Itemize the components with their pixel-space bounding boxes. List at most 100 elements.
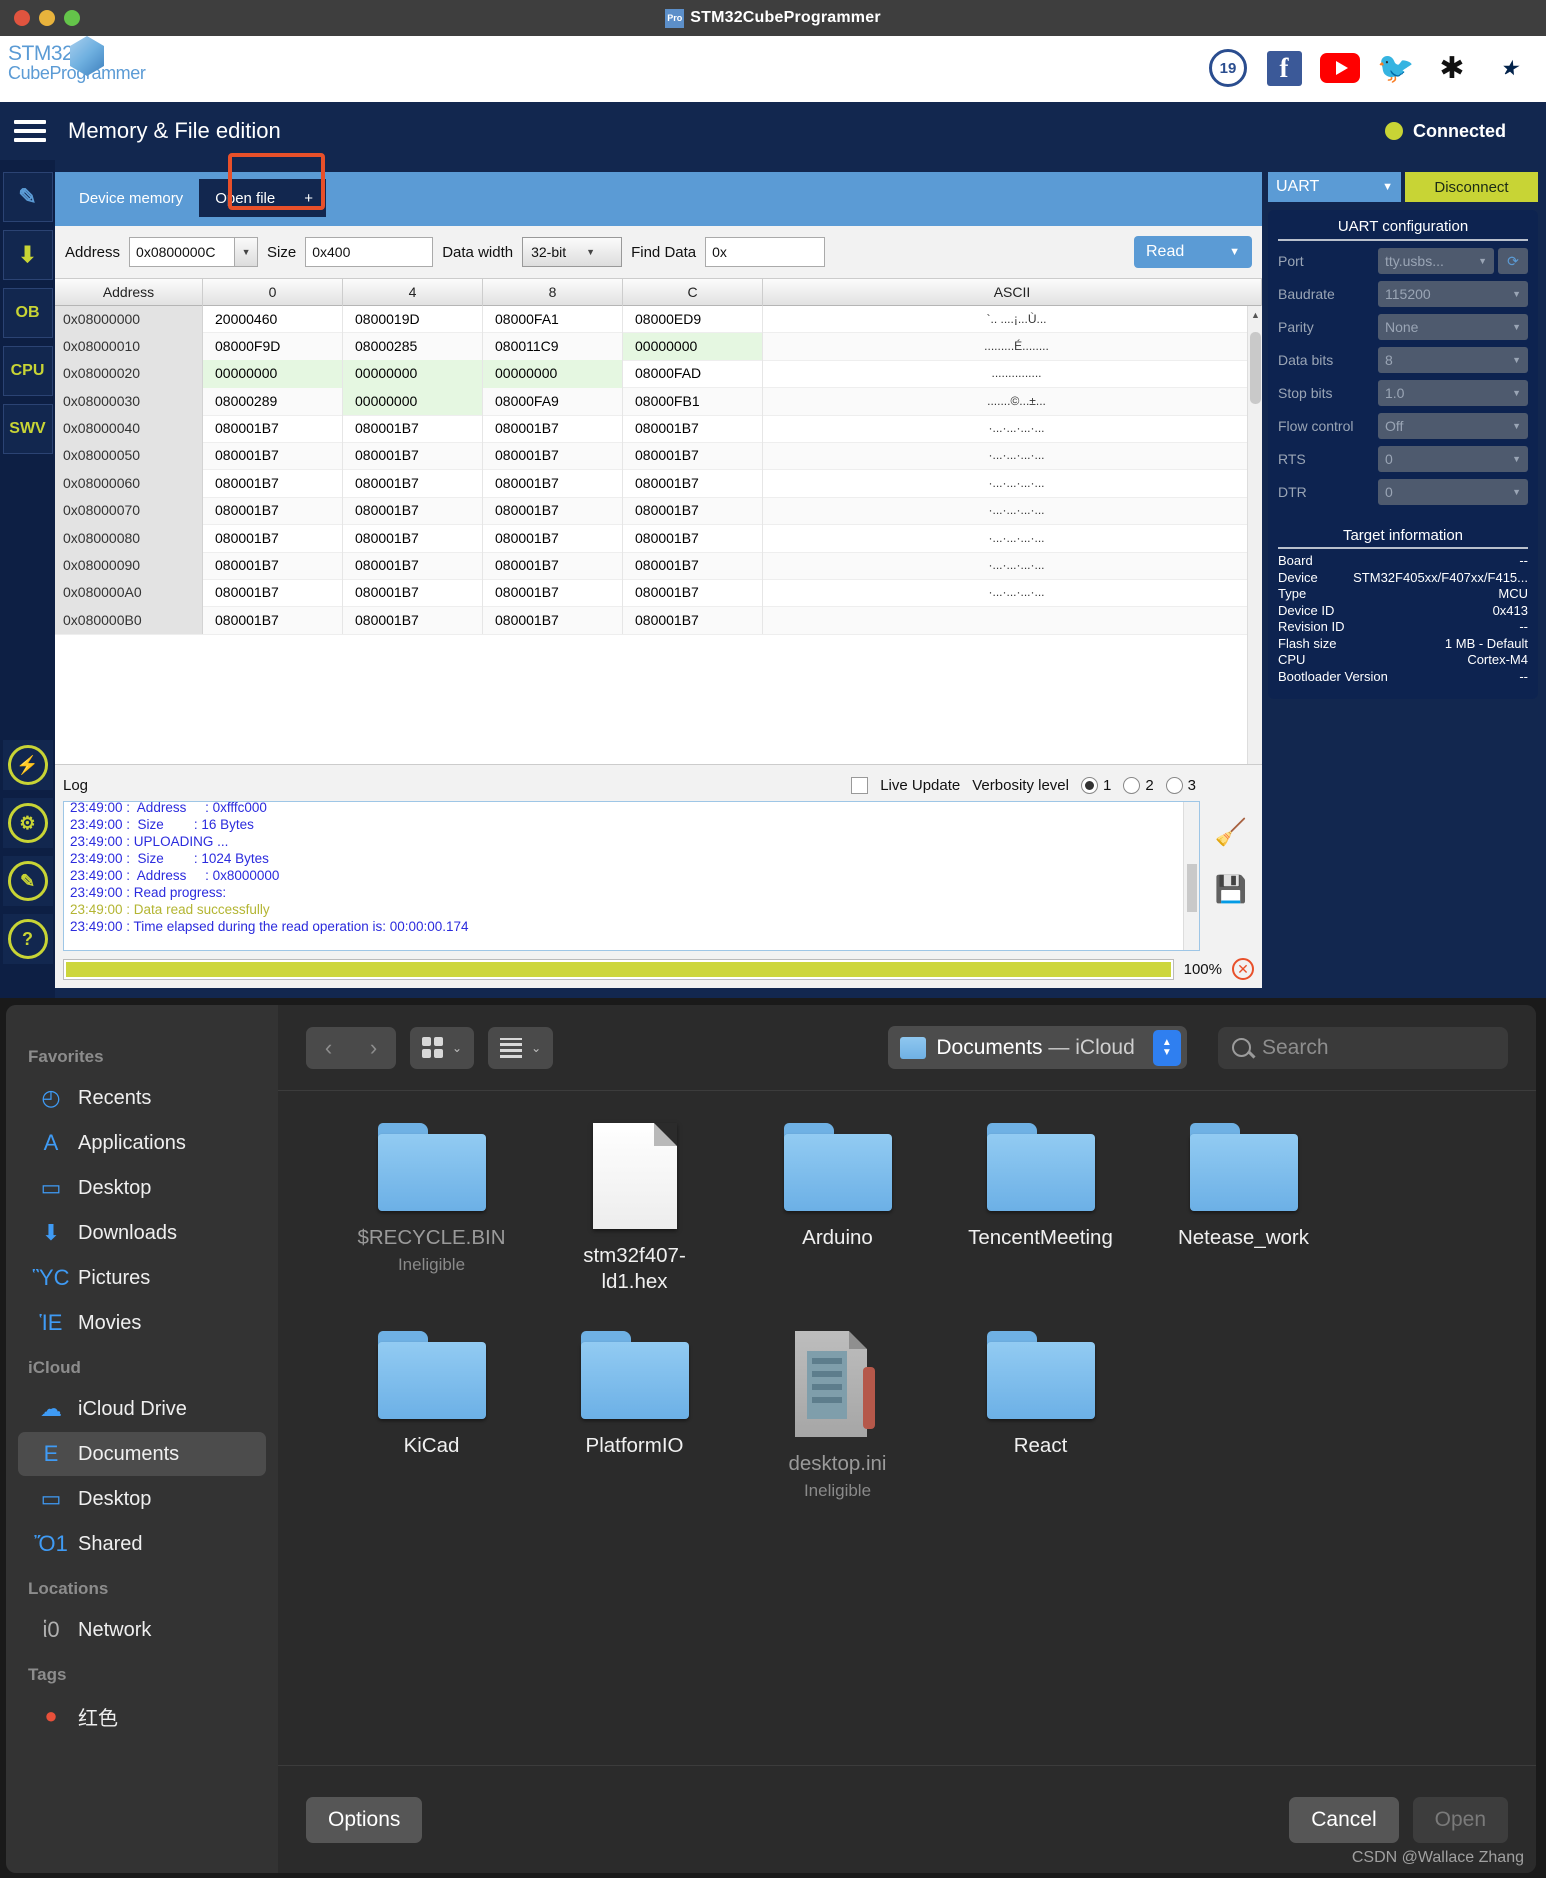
verbosity-radio-2[interactable] [1123, 777, 1140, 794]
rail-button-download[interactable]: ⬇ [3, 230, 53, 280]
sidebar-item-icloud-drive[interactable]: ☁ iCloud Drive [18, 1387, 266, 1431]
finddata-input[interactable]: 0x [705, 237, 825, 267]
location-select[interactable]: Documents — iCloud ▲ ▼ [888, 1026, 1186, 1069]
back-button[interactable]: ‹ [306, 1027, 351, 1069]
sidebar-item-movies[interactable]: ἹE Movies [18, 1301, 266, 1345]
rail-button-help[interactable]: ? [3, 914, 53, 964]
network-share-icon[interactable]: ✱ [1432, 48, 1472, 88]
memory-scrollbar[interactable]: ▲ [1247, 306, 1262, 764]
log-scrollbar-thumb[interactable] [1187, 864, 1197, 912]
open-button[interactable]: Open [1413, 1797, 1508, 1843]
file-item[interactable]: KiCad [330, 1331, 533, 1501]
scroll-up-icon[interactable]: ▲ [1251, 310, 1260, 320]
file-item[interactable]: Arduino [736, 1123, 939, 1295]
file-item[interactable]: React [939, 1331, 1142, 1501]
field-select[interactable]: 1.0 ▼ [1378, 380, 1528, 406]
tab-open-file[interactable]: Open file [199, 179, 291, 217]
sidebar-item-desktop[interactable]: ▭ Desktop [18, 1477, 266, 1521]
facebook-icon[interactable]: f [1264, 48, 1304, 88]
file-item[interactable]: desktop.ini Ineligible [736, 1331, 939, 1501]
read-button[interactable]: Read ▼ [1134, 236, 1252, 268]
hamburger-menu-icon[interactable] [14, 115, 46, 147]
rail-button-beta[interactable]: ⚡ [3, 740, 53, 790]
verbosity-radio-3[interactable] [1166, 777, 1183, 794]
tab-device-memory[interactable]: Device memory [63, 179, 199, 217]
field-select[interactable]: 0 ▼ [1378, 479, 1528, 505]
save-log-icon[interactable]: 💾 [1215, 874, 1247, 905]
table-row[interactable]: 0x08000000 20000460 0800019D 08000FA1 08000E… [55, 306, 1262, 333]
field-select[interactable]: 8 ▼ [1378, 347, 1528, 373]
options-button[interactable]: Options [306, 1797, 422, 1843]
rail-button-erase[interactable]: ✎ [3, 856, 53, 906]
sidebar-item-recents[interactable]: ◴ Recents [18, 1076, 266, 1120]
clear-log-icon[interactable]: 🧹 [1215, 817, 1247, 848]
field-select[interactable]: 115200 ▼ [1378, 281, 1528, 307]
table-row[interactable]: 0x08000090 080001B7 080001B7 080001B7 080001… [55, 553, 1262, 580]
verbosity-radio-1[interactable] [1081, 777, 1098, 794]
file-item[interactable]: stm32f407- ld1.hex [533, 1123, 736, 1295]
cancel-operation-icon[interactable]: ✕ [1232, 958, 1254, 980]
datawidth-select[interactable]: 32-bit ▼ [522, 237, 622, 267]
maximize-icon[interactable] [64, 10, 80, 26]
disconnect-button[interactable]: Disconnect [1405, 172, 1538, 202]
field-select[interactable]: 0 ▼ [1378, 446, 1528, 472]
sidebar-item-applications[interactable]: A Applications [18, 1121, 266, 1165]
field-select[interactable]: tty.usbs... ▼ [1378, 248, 1494, 274]
social-links[interactable]: 19 f 🐦 ✱ ⋆ [1208, 48, 1528, 88]
file-item[interactable]: PlatformIO [533, 1331, 736, 1501]
sidebar-item-pictures[interactable]: ὛC Pictures [18, 1256, 266, 1300]
table-row[interactable]: 0x080000B0 080001B7 080001B7 080001B7 080001… [55, 607, 1262, 634]
rail-button-settings[interactable]: ⚙ [3, 798, 53, 848]
file-item[interactable]: Netease_work [1142, 1123, 1345, 1295]
forward-button[interactable]: › [351, 1027, 396, 1069]
file-grid[interactable]: $RECYCLE.BIN Ineligible stm32f407- ld1.hex… [278, 1090, 1536, 1765]
twitter-icon[interactable]: 🐦 [1376, 48, 1416, 88]
minimize-icon[interactable] [39, 10, 55, 26]
sidebar-item-shared[interactable]: Ὄ1 Shared [18, 1522, 266, 1566]
address-input[interactable]: 0x0800000C [129, 237, 234, 267]
field-select[interactable]: None ▼ [1378, 314, 1528, 340]
sidebar-item-downloads[interactable]: ⬇ Downloads [18, 1211, 266, 1255]
group-view-button[interactable]: ⌄ [488, 1027, 553, 1069]
cancel-button[interactable]: Cancel [1289, 1797, 1398, 1843]
field-select[interactable]: Off ▼ [1378, 413, 1528, 439]
sidebar-item-documents[interactable]: ὜E Documents [18, 1432, 266, 1476]
sidebar-item-desktop[interactable]: ▭ Desktop [18, 1166, 266, 1210]
table-row[interactable]: 0x08000080 080001B7 080001B7 080001B7 080001… [55, 525, 1262, 552]
file-item[interactable]: TencentMeeting [939, 1123, 1142, 1295]
file-item[interactable]: $RECYCLE.BIN Ineligible [330, 1123, 533, 1295]
live-update-checkbox[interactable] [851, 777, 868, 794]
table-row[interactable]: 0x08000040 080001B7 080001B7 080001B7 080001… [55, 416, 1262, 443]
table-row[interactable]: 0x08000010 08000F9D 08000285 080011C9 000000… [55, 333, 1262, 360]
sidebar-item--[interactable]: ● 红色 [18, 1694, 266, 1738]
anniversary-icon[interactable]: 19 [1208, 48, 1248, 88]
table-row[interactable]: 0x08000070 080001B7 080001B7 080001B7 080001… [55, 498, 1262, 525]
youtube-icon[interactable] [1320, 48, 1360, 88]
chevron-down-icon[interactable]: ▼ [234, 237, 258, 267]
rail-button-swv[interactable]: SWV [3, 404, 53, 454]
traffic-lights[interactable] [14, 10, 80, 26]
table-row[interactable]: 0x08000030 08000289 00000000 08000FA9 08000F… [55, 388, 1262, 415]
st-logo-icon[interactable]: ⋆ [1488, 48, 1528, 88]
sidebar-item-network[interactable]: ἱ0 Network [18, 1608, 266, 1652]
interface-select[interactable]: UART ▼ [1268, 172, 1401, 202]
table-row[interactable]: 0x08000060 080001B7 080001B7 080001B7 080001… [55, 470, 1262, 497]
tab-add-new[interactable]: + [291, 179, 326, 217]
rail-button-ob[interactable]: OB [3, 288, 53, 338]
close-icon[interactable] [14, 10, 30, 26]
search-field[interactable]: Search [1218, 1027, 1508, 1069]
icon-view-button[interactable]: ⌄ [410, 1027, 474, 1069]
scrollbar-thumb[interactable] [1250, 332, 1261, 404]
size-input[interactable]: 0x400 [305, 237, 433, 267]
stepper-icon[interactable]: ▲ ▼ [1153, 1030, 1181, 1066]
table-row[interactable]: 0x080000A0 080001B7 080001B7 080001B7 080001… [55, 580, 1262, 607]
table-row[interactable]: 0x08000050 080001B7 080001B7 080001B7 080001… [55, 443, 1262, 470]
table-row[interactable]: 0x08000020 00000000 00000000 00000000 08000F… [55, 361, 1262, 388]
address-combo[interactable]: 0x0800000C ▼ [129, 237, 258, 267]
log-scrollbar[interactable] [1183, 802, 1199, 950]
memory-table[interactable]: Address 0 4 8 C ASCII 0x08000000 20000460… [55, 278, 1262, 764]
log-output[interactable]: 23:49:00 : Address : 0xfffc000 23:49:00 :… [63, 801, 1200, 951]
rail-button-cpu[interactable]: CPU [3, 346, 53, 396]
rail-button-edit[interactable]: ✎ [3, 172, 53, 222]
refresh-ports-icon[interactable]: ⟳ [1498, 248, 1528, 274]
